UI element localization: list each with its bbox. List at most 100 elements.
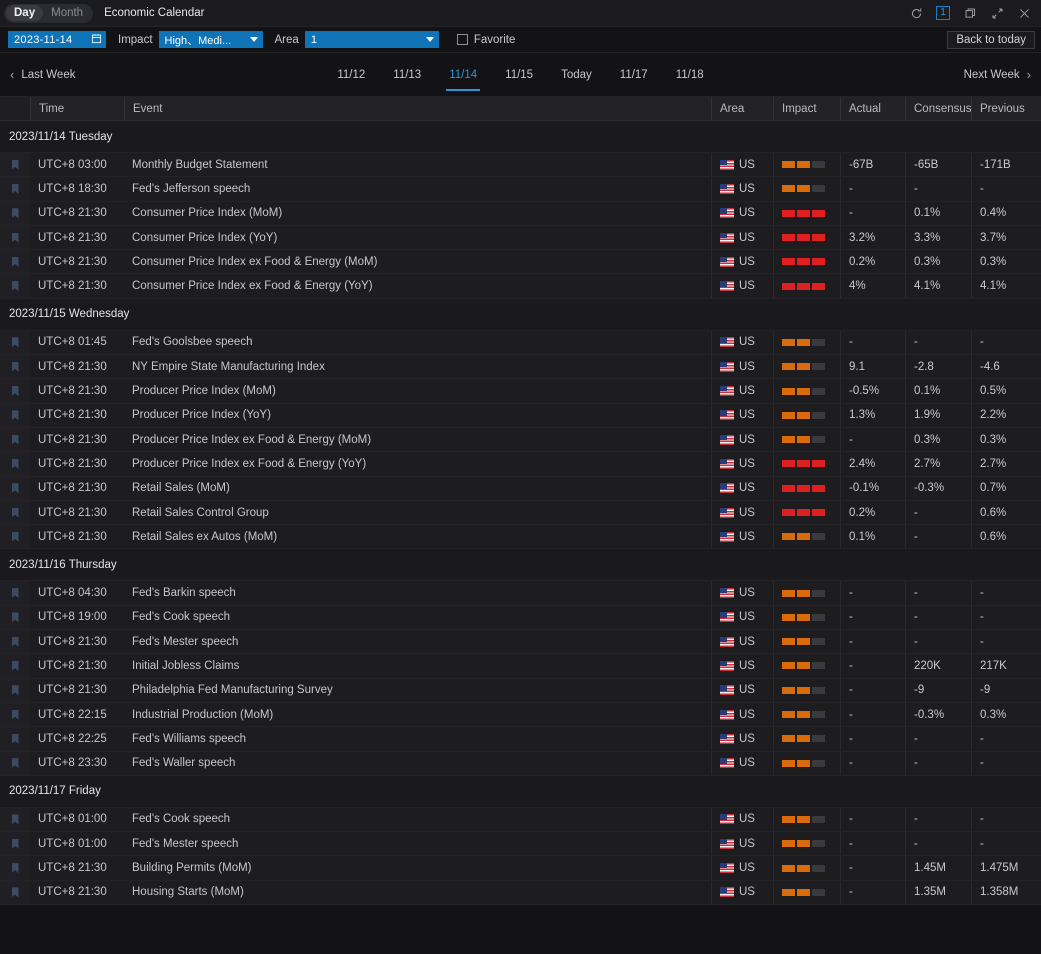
- table-row[interactable]: UTC+8 19:00Fed's Cook speechUS---: [0, 606, 1041, 630]
- bookmark-icon[interactable]: [12, 483, 19, 493]
- week-day-tab[interactable]: 11/18: [676, 53, 704, 97]
- bookmark-cell[interactable]: [0, 727, 30, 750]
- table-row[interactable]: UTC+8 21:30Consumer Price Index ex Food …: [0, 250, 1041, 274]
- table-row[interactable]: UTC+8 21:30Building Permits (MoM)US-1.45…: [0, 856, 1041, 880]
- bookmark-cell[interactable]: [0, 274, 30, 297]
- bookmark-cell[interactable]: [0, 501, 30, 524]
- bookmark-icon[interactable]: [12, 839, 19, 849]
- column-header-area[interactable]: Area: [711, 97, 773, 120]
- bookmark-icon[interactable]: [12, 281, 19, 291]
- bookmark-icon[interactable]: [12, 362, 19, 372]
- week-day-tab[interactable]: 11/13: [393, 53, 421, 97]
- table-row[interactable]: UTC+8 21:30Producer Price Index ex Food …: [0, 428, 1041, 452]
- table-row[interactable]: UTC+8 04:30Fed's Barkin speechUS---: [0, 581, 1041, 605]
- bookmark-cell[interactable]: [0, 630, 30, 653]
- table-row[interactable]: UTC+8 21:30Retail Sales (MoM)US-0.1%-0.3…: [0, 477, 1041, 501]
- column-header-time[interactable]: Time: [30, 97, 124, 120]
- bookmark-cell[interactable]: [0, 881, 30, 904]
- bookmark-cell[interactable]: [0, 202, 30, 225]
- bookmark-icon[interactable]: [12, 337, 19, 347]
- checkbox-icon[interactable]: [457, 34, 468, 45]
- column-header-consensus[interactable]: Consensus: [905, 97, 971, 120]
- week-day-tab[interactable]: 11/12: [337, 53, 365, 97]
- area-filter-select[interactable]: 1: [305, 31, 439, 48]
- bookmark-cell[interactable]: [0, 153, 30, 176]
- bookmark-cell[interactable]: [0, 226, 30, 249]
- bookmark-icon[interactable]: [12, 410, 19, 420]
- view-mode-segmented-control[interactable]: Day Month: [4, 4, 93, 23]
- bookmark-icon[interactable]: [12, 710, 19, 720]
- table-row[interactable]: UTC+8 21:30Producer Price Index ex Food …: [0, 452, 1041, 476]
- tab-month[interactable]: Month: [43, 5, 91, 21]
- expand-icon[interactable]: [990, 6, 1004, 20]
- bookmark-cell[interactable]: [0, 654, 30, 677]
- table-row[interactable]: UTC+8 22:15Industrial Production (MoM)US…: [0, 703, 1041, 727]
- bookmark-icon[interactable]: [12, 184, 19, 194]
- bookmark-icon[interactable]: [12, 814, 19, 824]
- back-to-today-button[interactable]: Back to today: [947, 31, 1035, 49]
- table-row[interactable]: UTC+8 03:00Monthly Budget StatementUS-67…: [0, 153, 1041, 177]
- bookmark-icon[interactable]: [12, 612, 19, 622]
- bookmark-cell[interactable]: [0, 832, 30, 855]
- table-row[interactable]: UTC+8 21:30Retail Sales Control GroupUS0…: [0, 501, 1041, 525]
- week-day-tab[interactable]: Today: [561, 53, 592, 97]
- bookmark-icon[interactable]: [12, 508, 19, 518]
- table-row[interactable]: UTC+8 01:00Fed's Cook speechUS---: [0, 808, 1041, 832]
- bookmark-cell[interactable]: [0, 581, 30, 604]
- bookmark-icon[interactable]: [12, 685, 19, 695]
- table-row[interactable]: UTC+8 21:30NY Empire State Manufacturing…: [0, 355, 1041, 379]
- favorite-filter-checkbox[interactable]: Favorite: [457, 34, 516, 46]
- bookmark-icon[interactable]: [12, 661, 19, 671]
- table-row[interactable]: UTC+8 22:25Fed's Williams speechUS---: [0, 727, 1041, 751]
- table-row[interactable]: UTC+8 21:30Consumer Price Index (MoM)US-…: [0, 202, 1041, 226]
- bookmark-icon[interactable]: [12, 160, 19, 170]
- bookmark-icon[interactable]: [12, 208, 19, 218]
- bookmark-cell[interactable]: [0, 477, 30, 500]
- table-row[interactable]: UTC+8 21:30Fed's Mester speechUS---: [0, 630, 1041, 654]
- bookmark-cell[interactable]: [0, 331, 30, 354]
- refresh-icon[interactable]: [909, 6, 923, 20]
- column-header-previous[interactable]: Previous: [971, 97, 1041, 120]
- bookmark-cell[interactable]: [0, 606, 30, 629]
- date-picker-input[interactable]: 2023-11-14: [8, 31, 106, 48]
- table-row[interactable]: UTC+8 21:30Philadelphia Fed Manufacturin…: [0, 679, 1041, 703]
- bookmark-icon[interactable]: [12, 532, 19, 542]
- bookmark-cell[interactable]: [0, 808, 30, 831]
- bookmark-cell[interactable]: [0, 703, 30, 726]
- close-icon[interactable]: [1017, 6, 1031, 20]
- table-row[interactable]: UTC+8 21:30Consumer Price Index (YoY)US3…: [0, 226, 1041, 250]
- bookmark-icon[interactable]: [12, 887, 19, 897]
- bookmark-icon[interactable]: [12, 257, 19, 267]
- tab-day[interactable]: Day: [6, 5, 43, 21]
- bookmark-cell[interactable]: [0, 355, 30, 378]
- column-header-actual[interactable]: Actual: [840, 97, 905, 120]
- bookmark-icon[interactable]: [12, 386, 19, 396]
- bookmark-cell[interactable]: [0, 452, 30, 475]
- bookmark-cell[interactable]: [0, 404, 30, 427]
- table-row[interactable]: UTC+8 21:30Producer Price Index (MoM)US-…: [0, 379, 1041, 403]
- week-day-tab[interactable]: 11/15: [505, 53, 533, 97]
- impact-filter-select[interactable]: High、Medi...: [159, 31, 263, 48]
- bookmark-cell[interactable]: [0, 250, 30, 273]
- bookmark-cell[interactable]: [0, 752, 30, 775]
- week-day-tab[interactable]: 11/14: [449, 53, 477, 97]
- window-count-badge[interactable]: 1: [936, 6, 950, 20]
- week-day-tab[interactable]: 11/17: [620, 53, 648, 97]
- bookmark-cell[interactable]: [0, 525, 30, 548]
- table-row[interactable]: UTC+8 21:30Producer Price Index (YoY)US1…: [0, 404, 1041, 428]
- table-row[interactable]: UTC+8 21:30Housing Starts (MoM)US-1.35M1…: [0, 881, 1041, 905]
- bookmark-icon[interactable]: [12, 863, 19, 873]
- table-row[interactable]: UTC+8 18:30Fed's Jefferson speechUS---: [0, 177, 1041, 201]
- calendar-icon[interactable]: [91, 33, 102, 47]
- bookmark-cell[interactable]: [0, 679, 30, 702]
- bookmark-cell[interactable]: [0, 428, 30, 451]
- bookmark-icon[interactable]: [12, 758, 19, 768]
- table-row[interactable]: UTC+8 01:45Fed's Goolsbee speechUS---: [0, 331, 1041, 355]
- bookmark-icon[interactable]: [12, 637, 19, 647]
- bookmark-icon[interactable]: [12, 435, 19, 445]
- bookmark-cell[interactable]: [0, 379, 30, 402]
- restore-window-icon[interactable]: [963, 6, 977, 20]
- table-row[interactable]: UTC+8 21:30Consumer Price Index ex Food …: [0, 274, 1041, 298]
- table-row[interactable]: UTC+8 21:30Retail Sales ex Autos (MoM)US…: [0, 525, 1041, 549]
- table-row[interactable]: UTC+8 21:30Initial Jobless ClaimsUS-220K…: [0, 654, 1041, 678]
